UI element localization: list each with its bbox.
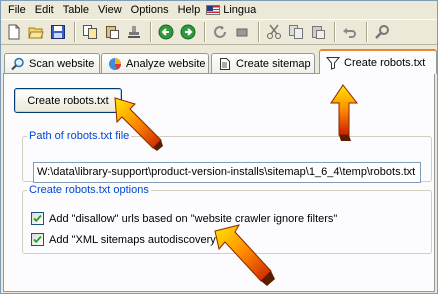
checkmark-icon [33,214,42,223]
app-window: File Edit Table View Options Help Lingua [0,0,438,294]
pie-chart-icon [109,57,121,70]
paste-pages-icon[interactable] [102,22,122,42]
menu-view[interactable]: View [95,1,128,19]
copy-icon[interactable] [286,22,306,42]
sitemaps-autodiscovery-checkbox[interactable] [31,233,44,246]
highlight-arrow-icon [330,84,359,141]
paste-icon[interactable] [308,22,328,42]
refresh-icon[interactable] [210,22,230,42]
new-document-icon[interactable] [4,22,24,42]
toolbar-separator [204,22,206,42]
menu-bar: File Edit Table View Options Help Lingua [1,1,437,19]
create-robots-button[interactable]: Create robots.txt [14,88,122,113]
menu-file[interactable]: File [5,1,32,19]
checkmark-icon [33,235,42,244]
toolbar-separator [258,22,260,42]
option-row-sitemaps[interactable]: Add "XML sitemaps autodiscovery" [31,233,220,246]
toolbar-separator [150,22,152,42]
tab-label: Create sitemap [236,57,311,70]
toolbar-separator [74,22,76,42]
menu-lingua[interactable]: Lingua [206,1,262,19]
cut-icon[interactable] [264,22,284,42]
menu-options[interactable]: Options [128,1,175,19]
funnel-icon [326,56,340,70]
path-group: Path of robots.txt file W:\data\library-… [22,130,432,183]
tab-label: Create robots.txt [344,56,426,69]
copy-pages-icon[interactable] [80,22,100,42]
magnifier-icon [11,57,24,70]
tab-create-sitemap[interactable]: Create sitemap [211,53,315,73]
disallow-checkbox[interactable] [31,212,44,225]
us-flag-icon [206,5,221,15]
back-arrow-icon[interactable] [156,22,176,42]
forward-arrow-icon[interactable] [178,22,198,42]
tab-create-robots[interactable]: Create robots.txt [319,49,437,74]
robots-path-input[interactable]: W:\data\library-support\product-version-… [33,162,421,183]
open-folder-icon[interactable] [26,22,46,42]
tab-bar: Scan website Analyze website Create site… [1,49,437,74]
menu-help[interactable]: Help [175,1,207,19]
menu-edit[interactable]: Edit [32,1,60,19]
save-icon[interactable] [48,22,68,42]
tab-label: Analyze website [126,57,206,70]
stop-icon[interactable] [232,22,252,42]
document-icon [220,57,230,70]
tab-analyze-website[interactable]: Analyze website [101,53,209,73]
sitemaps-option-label: Add "XML sitemaps autodiscovery" [49,233,220,246]
tab-scan-website[interactable]: Scan website [4,53,100,73]
menu-table[interactable]: Table [60,1,95,19]
toolbar-separator [334,22,336,42]
undo-icon[interactable] [340,22,360,42]
toolbar [1,19,437,45]
options-group-legend: Create robots.txt options [29,184,149,196]
tab-label: Scan website [29,57,95,70]
disallow-option-label: Add "disallow" urls based on "website cr… [49,212,338,225]
stamp-icon[interactable] [124,22,144,42]
highlight-arrow-icon [214,224,275,286]
menu-lingua-label: Lingua [223,4,257,16]
toolbar-separator [366,22,368,42]
option-row-disallow[interactable]: Add "disallow" urls based on "website cr… [31,212,337,225]
highlight-arrow-icon [114,97,163,151]
search-icon[interactable] [372,22,392,42]
